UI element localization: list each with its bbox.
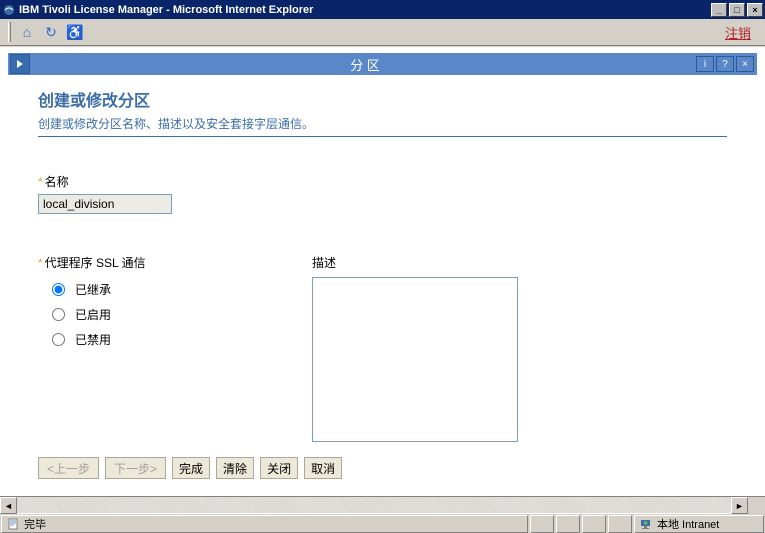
description-textarea[interactable] xyxy=(312,277,518,442)
ssl-label: 代理程序 SSL 通信 xyxy=(38,256,146,270)
cancel-button[interactable]: 取消 xyxy=(304,457,342,479)
section-title: 分 区 xyxy=(34,55,696,74)
section-close-button[interactable]: × xyxy=(736,56,754,72)
scroll-track[interactable] xyxy=(17,497,731,513)
next-button[interactable]: 下一步> xyxy=(105,457,166,479)
status-text: 完毕 xyxy=(24,516,46,532)
status-spacer-4 xyxy=(608,515,632,533)
close-window-button[interactable]: × xyxy=(747,3,763,17)
description-label: 描述 xyxy=(312,254,727,271)
logout-link[interactable]: 注销 xyxy=(725,23,751,42)
status-main: 完毕 xyxy=(1,515,528,533)
status-zone: 本地 Intranet xyxy=(634,515,764,533)
ssl-radio-group: 已继承 已启用 已禁用 xyxy=(38,281,288,348)
radio-disabled[interactable]: 已禁用 xyxy=(38,331,288,348)
window-titlebar: IBM Tivoli License Manager - Microsoft I… xyxy=(0,0,765,19)
intranet-icon xyxy=(639,517,653,531)
button-row: <上一步 下一步> 完成 清除 关闭 取消 xyxy=(38,457,727,479)
status-spacer-3 xyxy=(582,515,606,533)
section-info-button[interactable]: i xyxy=(696,56,714,72)
toolbar-grip xyxy=(8,22,11,42)
content-viewport: 分 区 i ? × 创建或修改分区 创建或修改分区名称、描述以及安全套接字层通信… xyxy=(0,46,765,496)
clear-button[interactable]: 清除 xyxy=(216,457,254,479)
status-bar: 完毕 本地 Intranet xyxy=(0,513,765,533)
prev-button[interactable]: <上一步 xyxy=(38,457,99,479)
ie-icon xyxy=(2,3,16,17)
horizontal-scrollbar[interactable]: ◄ ► xyxy=(0,496,765,513)
scroll-right-button[interactable]: ► xyxy=(731,497,748,514)
status-spacer-1 xyxy=(530,515,554,533)
window-title: IBM Tivoli License Manager - Microsoft I… xyxy=(19,4,711,16)
page-title: 创建或修改分区 xyxy=(38,87,727,111)
radio-enabled-input[interactable] xyxy=(52,308,65,321)
refresh-icon[interactable]: ↻ xyxy=(41,22,61,42)
scroll-left-button[interactable]: ◄ xyxy=(0,497,17,514)
section-help-button[interactable]: ? xyxy=(716,56,734,72)
status-spacer-2 xyxy=(556,515,580,533)
radio-inherit[interactable]: 已继承 xyxy=(38,281,288,298)
radio-inherit-label: 已继承 xyxy=(75,281,111,298)
radio-enabled-label: 已启用 xyxy=(75,306,111,323)
name-label: 名称 xyxy=(38,175,69,189)
section-header: 分 区 i ? × xyxy=(8,53,757,75)
name-input[interactable] xyxy=(38,194,172,214)
radio-disabled-label: 已禁用 xyxy=(75,331,111,348)
finish-button[interactable]: 完成 xyxy=(172,457,210,479)
scroll-corner xyxy=(748,497,765,514)
radio-inherit-input[interactable] xyxy=(52,283,65,296)
home-icon[interactable]: ⌂ xyxy=(17,22,37,42)
maximize-button[interactable]: □ xyxy=(729,3,745,17)
status-zone-text: 本地 Intranet xyxy=(657,516,719,532)
radio-disabled-input[interactable] xyxy=(52,333,65,346)
close-button[interactable]: 关闭 xyxy=(260,457,298,479)
page-subtitle: 创建或修改分区名称、描述以及安全套接字层通信。 xyxy=(38,115,727,137)
form-content: 创建或修改分区 创建或修改分区名称、描述以及安全套接字层通信。 名称 代理程序 … xyxy=(2,75,763,491)
minimize-button[interactable]: _ xyxy=(711,3,727,17)
radio-enabled[interactable]: 已启用 xyxy=(38,306,288,323)
section-toggle-button[interactable] xyxy=(10,54,30,74)
toolbar: ⌂ ↻ ♿ 注销 xyxy=(0,19,765,46)
accessibility-icon[interactable]: ♿ xyxy=(65,22,85,42)
document-icon xyxy=(6,517,20,531)
